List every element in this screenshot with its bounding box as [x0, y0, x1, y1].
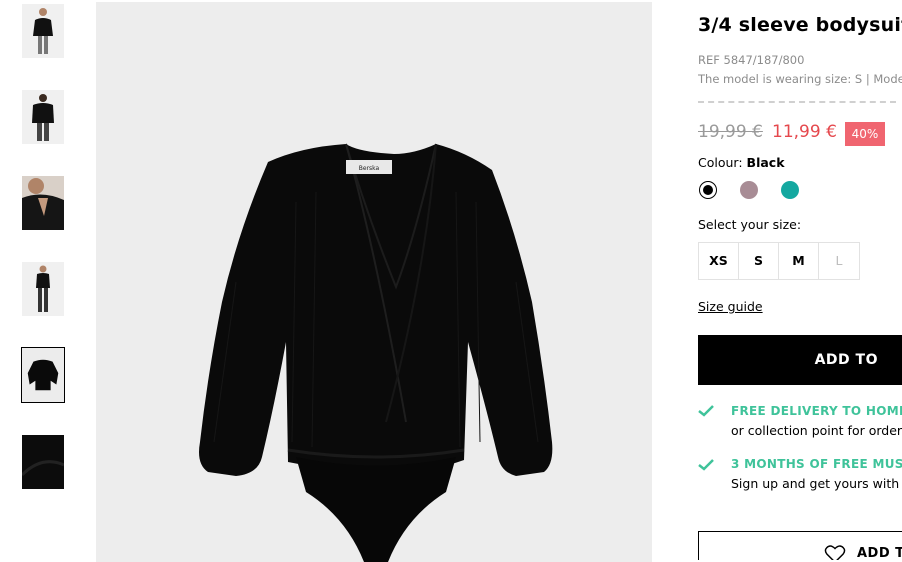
heart-icon: [824, 545, 846, 560]
colour-swatch-teal[interactable]: [781, 181, 799, 199]
discount-badge: 40%: [845, 122, 885, 146]
product-title: 3/4 sleeve bodysuit: [698, 14, 902, 36]
size-guide-link[interactable]: Size guide: [698, 299, 763, 314]
perk-free-delivery-title: FREE DELIVERY TO HOME: [731, 404, 902, 418]
size-option-m[interactable]: M: [779, 243, 819, 279]
thumbnail-model-front[interactable]: [22, 4, 64, 58]
original-price: 19,99 €: [698, 122, 763, 142]
check-icon: [698, 405, 714, 417]
thumbnail-product-flat[interactable]: [21, 347, 65, 403]
check-icon: [698, 459, 714, 471]
colour-swatch-black[interactable]: [699, 181, 717, 199]
divider: [698, 101, 896, 103]
thumbnail-fabric-detail[interactable]: [22, 435, 64, 489]
colour-selection-label: Colour: Black: [698, 155, 785, 170]
thumbnail-model-full-length[interactable]: [22, 262, 64, 316]
add-to-cart-button[interactable]: ADD TO: [698, 335, 902, 385]
selected-colour-name: Black: [746, 155, 785, 170]
colour-label: Colour:: [698, 155, 743, 170]
add-to-wishlist-button[interactable]: ADD TO: [698, 531, 902, 560]
perk-free-music-title: 3 MONTHS OF FREE MUSIC WI: [731, 457, 902, 471]
size-selector: XS S M L: [698, 242, 860, 280]
thumbnail-model-back[interactable]: [22, 90, 64, 144]
perk-free-delivery-subtitle: or collection point for orders: [731, 423, 902, 438]
perk-free-music-subtitle: Sign up and get yours with y: [731, 476, 902, 491]
thumbnail-model-closeup[interactable]: [22, 176, 64, 230]
main-product-image[interactable]: Berska: [96, 2, 652, 562]
sale-price: 11,99 €: [772, 122, 837, 142]
product-reference: REF 5847/187/800: [698, 53, 805, 67]
model-size-note: The model is wearing size: S | Model: [698, 72, 902, 86]
size-option-xs[interactable]: XS: [699, 243, 739, 279]
product-info-panel: 3/4 sleeve bodysuit REF 5847/187/800 The…: [698, 0, 902, 560]
size-option-s[interactable]: S: [739, 243, 779, 279]
wishlist-label: ADD TO: [857, 546, 902, 560]
size-selection-label: Select your size:: [698, 217, 802, 232]
colour-swatch-mauve[interactable]: [740, 181, 758, 199]
size-option-l[interactable]: L: [819, 243, 859, 279]
thumbnail-gallery: [0, 0, 90, 560]
garment-label-text: Berska: [359, 165, 380, 172]
